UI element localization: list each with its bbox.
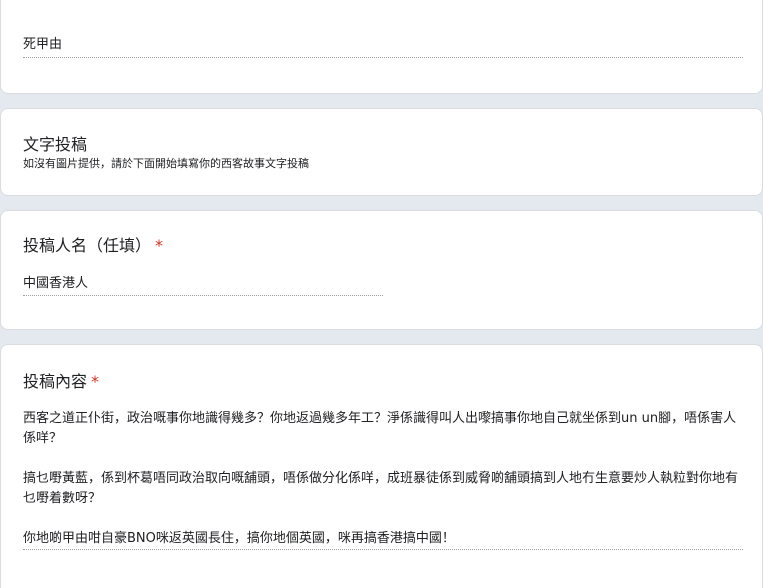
content-paragraph: 你地啲甲由咁自豪BNO咪返英國長住，搞你地個英國，咪再搞香港搞中國！: [23, 531, 455, 546]
content-answer-textarea[interactable]: 西客之道正仆街，政治嘅事你地識得幾多？你地返過幾多年工？淨係識得叫人出嚟搞事你地…: [23, 409, 745, 549]
content-paragraph: 西客之道正仆街，政治嘅事你地識得幾多？你地返過幾多年工？淨係識得叫人出嚟搞事你地…: [23, 411, 737, 446]
required-asterisk: *: [91, 372, 100, 391]
reason-answer-input[interactable]: 死甲由: [23, 36, 62, 54]
question-title-content-text: 投稿內容: [23, 372, 88, 391]
question-card-content: 投稿內容 * 西客之道正仆街，政治嘅事你地識得幾多？你地返過幾多年工？淨係識得叫人…: [0, 344, 763, 588]
question-card-reason: 死甲由: [0, 0, 763, 94]
question-card-name: 投稿人名（任填） * 中國香港人: [0, 210, 763, 330]
question-title-name-text: 投稿人名（任填）: [23, 236, 152, 255]
name-answer-input[interactable]: 中國香港人: [23, 275, 88, 293]
content-answer-underline: [23, 549, 743, 550]
question-title-name: 投稿人名（任填） *: [23, 235, 163, 257]
content-paragraph: 搞乜嘢黃藍，係到杯葛唔同政治取向嘅舖頭，唔係做分化係咩，成班暴徒係到威脅啲舖頭搞…: [23, 471, 739, 506]
section-description: 如沒有圖片提供，請於下面開始填寫你的西客故事文字投稿: [23, 157, 309, 170]
required-asterisk: *: [155, 236, 164, 255]
name-answer-underline: [23, 295, 383, 296]
reason-answer-underline: [23, 57, 743, 58]
section-card-text-submission: 文字投稿 如沒有圖片提供，請於下面開始填寫你的西客故事文字投稿: [0, 108, 763, 196]
section-title: 文字投稿: [23, 135, 88, 154]
question-title-content: 投稿內容 *: [23, 371, 99, 393]
